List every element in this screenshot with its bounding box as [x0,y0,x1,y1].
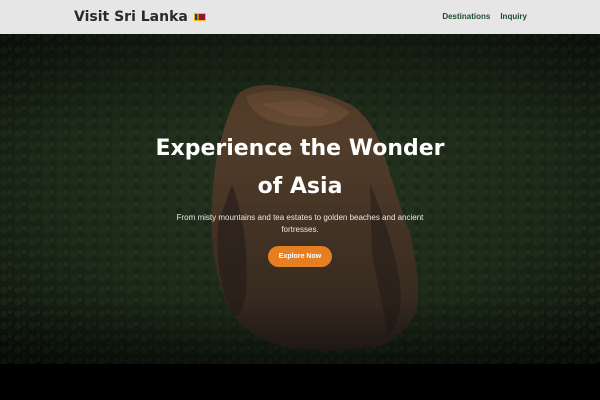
page: Visit Sri Lanka Destinations Inquiry Exp… [0,0,600,400]
nav-menu: Destinations Inquiry [442,11,527,23]
navbar: Visit Sri Lanka Destinations Inquiry [0,0,600,34]
hero-section: Experience the Wonder of Asia From misty… [0,34,600,364]
explore-now-button[interactable]: Explore Now [268,246,332,267]
brand-name: Visit Sri Lanka [74,9,188,25]
hero-content: Experience the Wonder of Asia From misty… [0,34,600,364]
brand-logo[interactable]: Visit Sri Lanka [74,7,206,27]
hero-title: Experience the Wonder of Asia [155,136,445,199]
nav-link-destinations[interactable]: Destinations [442,11,490,23]
sri-lanka-flag-icon [193,13,206,21]
bottom-band [0,364,600,400]
hero-subtitle: From misty mountains and tea estates to … [176,213,424,234]
nav-link-inquiry[interactable]: Inquiry [500,11,527,23]
